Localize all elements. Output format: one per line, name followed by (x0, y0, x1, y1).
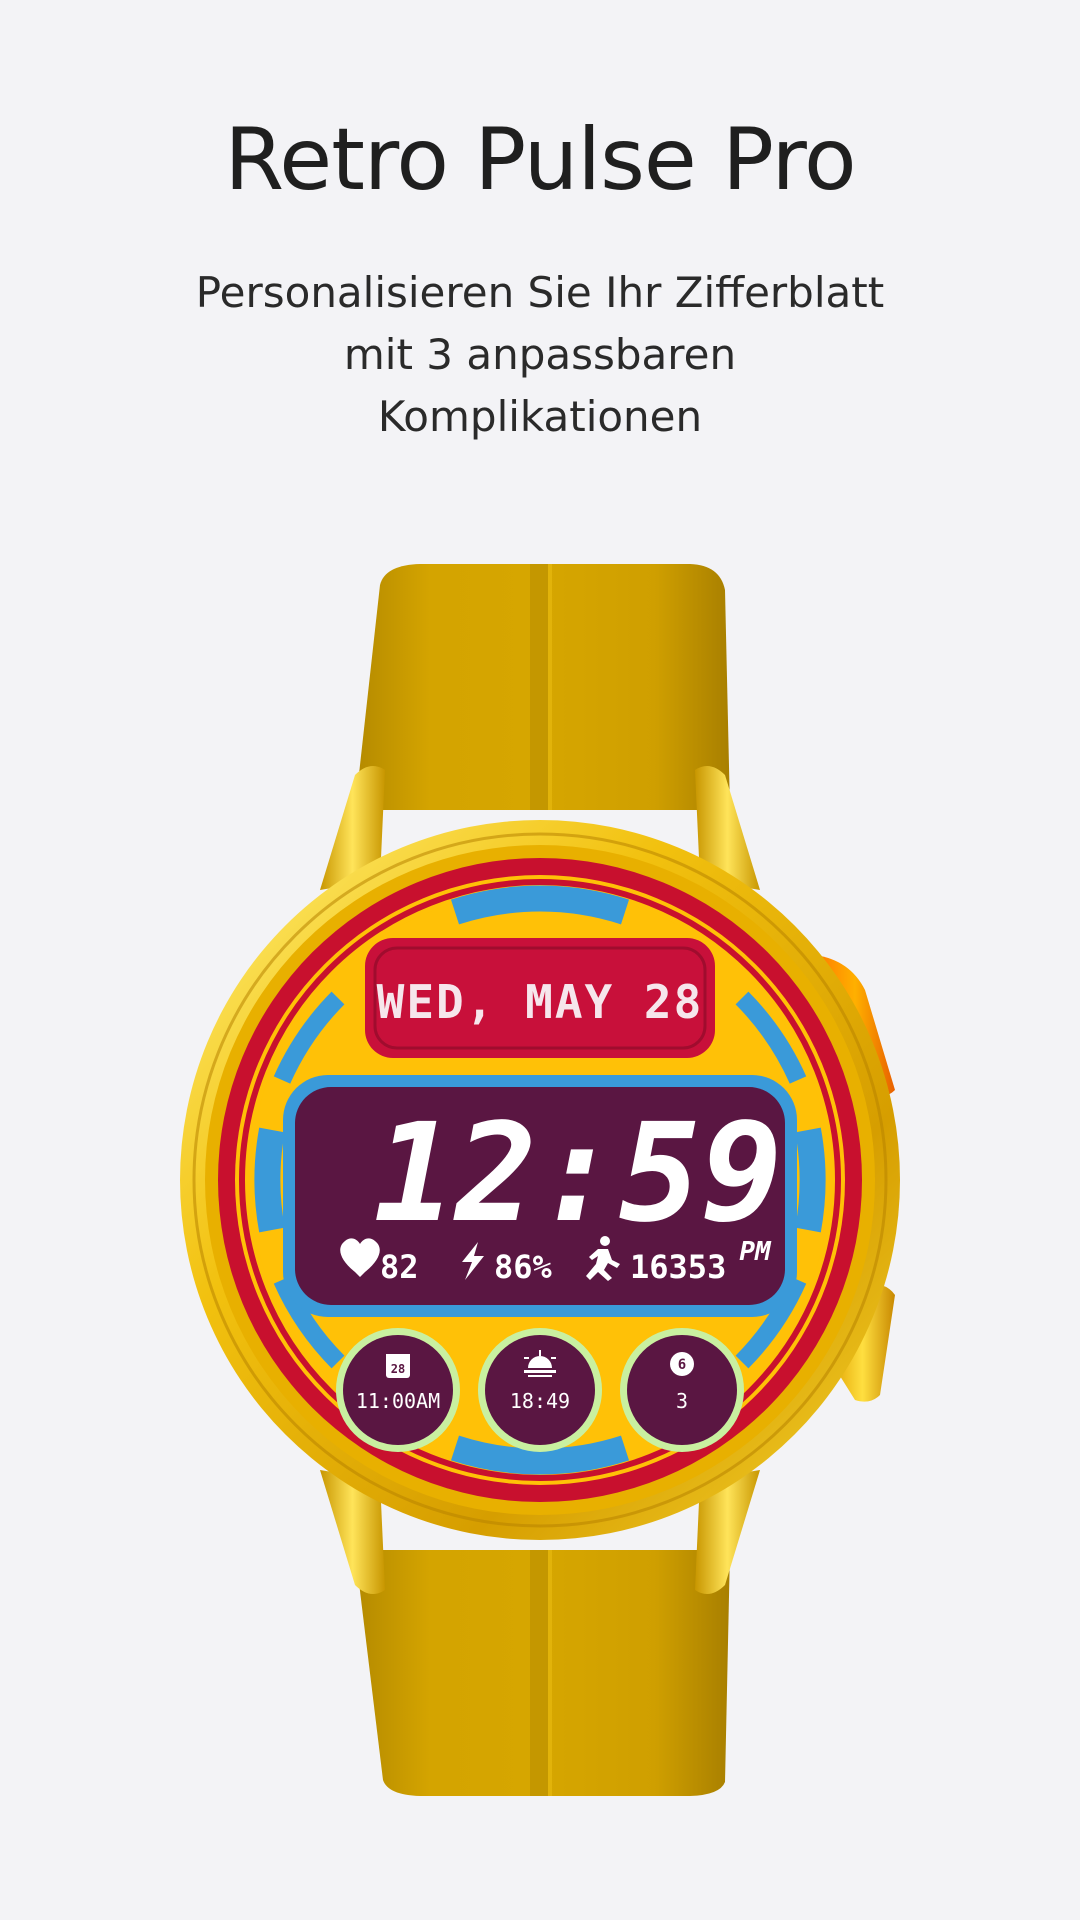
time-screen: 12:59 PM 82 86% 16353 (283, 1075, 797, 1317)
page-title: Retro Pulse Pro (224, 110, 856, 210)
complication-right-value: 3 (676, 1389, 688, 1413)
bottom-strap (355, 1550, 730, 1796)
watch-face-promo: Retro Pulse Pro Personalisieren Sie Ihr … (0, 0, 1080, 1920)
complication-center[interactable]: 18:49 (478, 1328, 602, 1452)
notification-badge: 6 (678, 1357, 686, 1373)
complication-left-value: 11:00AM (356, 1389, 440, 1413)
watch-illustration: WED, MAY 28 12:59 PM 82 86% 16353 28 11:… (180, 564, 900, 1796)
page-subtitle: Personalisieren Sie Ihr Zifferblatt mit … (195, 268, 885, 441)
steps-value: 16353 (630, 1248, 726, 1286)
ampm-text: PM (739, 1237, 772, 1267)
complication-left[interactable]: 28 11:00AM (336, 1328, 460, 1452)
battery-value: 86% (494, 1248, 553, 1286)
top-strap (355, 564, 730, 810)
date-text: WED, MAY 28 (377, 975, 704, 1029)
complication-right[interactable]: 6 3 (620, 1328, 744, 1452)
heart-rate-value: 82 (380, 1248, 419, 1286)
time-text: 12:59 (373, 1095, 782, 1253)
date-panel: WED, MAY 28 (365, 938, 715, 1058)
calendar-badge: 28 (391, 1362, 405, 1376)
complication-center-value: 18:49 (510, 1389, 570, 1413)
